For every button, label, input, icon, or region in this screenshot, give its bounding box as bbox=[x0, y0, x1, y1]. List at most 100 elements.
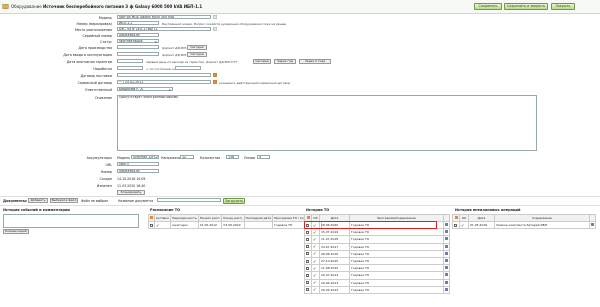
changed-label: Изменен bbox=[96, 184, 112, 188]
row-checkbox[interactable] bbox=[452, 220, 460, 230]
url-input[interactable]: http:// bbox=[117, 162, 159, 167]
number-label: Номер (маркировка) bbox=[76, 22, 112, 26]
service-note: указывать действующий сервисный договор bbox=[219, 81, 291, 85]
row-checkbox[interactable] bbox=[304, 256, 312, 266]
hours-note: ч. по состоянию на bbox=[146, 67, 177, 71]
docname-label: Название документа bbox=[118, 199, 154, 203]
table-row[interactable]: ✔ 24.07.2017 Годовое ТО bbox=[304, 242, 450, 251]
details-icon[interactable] bbox=[443, 285, 450, 294]
row-checkbox[interactable] bbox=[304, 242, 312, 251]
cell-program: Годовое ТО bbox=[349, 271, 444, 280]
service-select[interactable]: "" / 25.02.2011 bbox=[117, 80, 211, 85]
save-button[interactable]: Сохранить bbox=[474, 3, 502, 10]
acc-voltage-input[interactable]: 12 bbox=[180, 155, 194, 160]
cell-program: Годовое ТО bbox=[349, 235, 444, 244]
cell-date: 11.07.2018 bbox=[319, 235, 350, 244]
details-icon[interactable] bbox=[443, 228, 450, 237]
warranty-today-button[interactable]: Сегодня bbox=[253, 59, 271, 64]
table-row[interactable]: ✔ 20.07.2014 Годовое ТО bbox=[304, 271, 450, 280]
resp-chevron-icon: ▾ bbox=[169, 87, 171, 92]
details-icon[interactable] bbox=[443, 271, 450, 280]
input-today-button[interactable]: Сегодня bbox=[187, 52, 207, 57]
close-button[interactable]: Закрыть bbox=[551, 3, 575, 10]
add-row-icon[interactable] bbox=[452, 214, 460, 222]
supply-edit-icon[interactable] bbox=[213, 73, 217, 77]
acc-model-input[interactable]: Syncmar 12FL2V bbox=[131, 155, 159, 160]
location-edit-icon[interactable] bbox=[213, 27, 217, 31]
details-icon[interactable] bbox=[443, 256, 450, 266]
choose-file-button[interactable]: Выберите файл bbox=[50, 198, 78, 203]
table-row[interactable]: ✔ ежегодно 01.05.2012 03.06.2022 Годовое… bbox=[148, 220, 322, 230]
location-select[interactable]: ЦУС (ОПУ 2ЕП-1) ИБП-1 bbox=[117, 27, 211, 32]
status-label: Статус bbox=[100, 40, 112, 44]
col-last: Последняя дата bbox=[243, 214, 274, 222]
hours-date-input[interactable] bbox=[175, 66, 201, 71]
serial-input[interactable]: UIBMX98436 bbox=[117, 33, 159, 38]
cell-date: 01.05.2016 bbox=[468, 220, 495, 230]
cell-program: Годовое ТО bbox=[349, 278, 444, 287]
cell-end: 03.06.2022 bbox=[221, 220, 245, 230]
table-row[interactable]: ✔ 27.10.2015 Годовое ТО bbox=[304, 256, 450, 266]
col-actions bbox=[589, 214, 596, 222]
acc-lines-input[interactable]: 4 bbox=[257, 155, 270, 160]
details-icon[interactable] bbox=[443, 249, 450, 258]
table-row[interactable]: ✔ 15.07.2019 Годовое ТО bbox=[304, 228, 450, 237]
save-close-button[interactable]: Сохранить и закрыть bbox=[504, 3, 548, 10]
row-checkbox[interactable] bbox=[304, 264, 312, 273]
details-icon[interactable] bbox=[443, 264, 450, 273]
highlight-box bbox=[304, 221, 437, 229]
page-title: Оборудование Источник бесперебойного пит… bbox=[11, 4, 203, 9]
col-end: Конец расп. bbox=[221, 214, 245, 222]
col-date: Дата bbox=[468, 214, 495, 222]
warranty-2year-button[interactable]: Через 2 года bbox=[299, 59, 331, 64]
row-checkbox[interactable] bbox=[304, 278, 312, 287]
acc-lines-label: Линии bbox=[244, 156, 256, 160]
hours-input[interactable] bbox=[117, 66, 143, 71]
number-note: Внутренний номер. Вопрос хозяйств нумера… bbox=[162, 22, 287, 26]
model-select[interactable]: UBP-58 MGE Galaxy 6000 500 kVA bbox=[117, 15, 211, 20]
status-select[interactable]: эксплуатация bbox=[117, 39, 159, 44]
upload-button[interactable]: Загрузить bbox=[223, 197, 245, 204]
row-checkbox[interactable] bbox=[304, 235, 312, 244]
clone-button[interactable]: Клонировать bbox=[117, 190, 145, 195]
table-row[interactable]: ✔ 29.04.2013 Годовое ТО bbox=[304, 278, 450, 287]
docname-input[interactable] bbox=[157, 198, 221, 203]
details-icon[interactable] bbox=[443, 242, 450, 251]
resp-select[interactable]: Бердинов Р. А. bbox=[117, 87, 173, 92]
row-checkbox[interactable] bbox=[304, 249, 312, 258]
desc-textarea[interactable]: Присутствует электронный байпас bbox=[117, 95, 537, 151]
details-icon[interactable] bbox=[589, 220, 596, 230]
equipment-icon bbox=[2, 4, 9, 9]
table-row[interactable]: ✔ 11.08.2015 Годовое ТО bbox=[304, 264, 450, 273]
cell-date: 11.08.2015 bbox=[319, 264, 350, 273]
table-row[interactable]: ✔ 20.02.2013 Годовое ТО bbox=[304, 285, 450, 294]
no-file-text: Файл не выбран bbox=[81, 199, 109, 203]
row-checkbox[interactable] bbox=[304, 228, 312, 237]
made-date-input[interactable] bbox=[117, 45, 159, 50]
row-checkbox[interactable] bbox=[304, 285, 312, 294]
edit-icon[interactable] bbox=[213, 15, 217, 19]
number-input[interactable]: ИБП-1.1 bbox=[117, 21, 159, 26]
col-content: Содержание bbox=[494, 214, 590, 222]
table-row[interactable]: ✔ 26.06.2016 Годовое ТО bbox=[304, 249, 450, 258]
made-today-button[interactable]: Сегодня bbox=[187, 45, 207, 50]
service-edit-icon[interactable] bbox=[213, 80, 217, 84]
supply-select[interactable] bbox=[117, 73, 211, 78]
acc-count-input[interactable]: 136 bbox=[226, 155, 239, 160]
warranty-year-button[interactable]: Через год bbox=[274, 59, 296, 64]
row-checkbox[interactable] bbox=[304, 271, 312, 280]
comment-button[interactable]: Комментарий bbox=[3, 229, 29, 234]
table-row[interactable]: ✔ 01.05.2016 Замена комплекта батарей ИБ… bbox=[452, 220, 596, 230]
number2-input[interactable]: UIBMX98436 bbox=[117, 169, 159, 174]
warranty-date-input[interactable] bbox=[117, 59, 143, 64]
input-date-input[interactable] bbox=[117, 52, 159, 57]
details-icon[interactable] bbox=[443, 235, 450, 244]
cell-date: 20.07.2014 bbox=[319, 271, 350, 280]
add-doc-button[interactable]: Добавить bbox=[28, 198, 48, 203]
details-icon[interactable] bbox=[443, 220, 450, 230]
table-row[interactable]: ✔ 11.07.2018 Годовое ТО bbox=[304, 235, 450, 244]
ok-icon: ✔ bbox=[311, 249, 320, 258]
comment-textarea[interactable] bbox=[3, 214, 139, 228]
details-icon[interactable] bbox=[443, 278, 450, 287]
cell-date: 29.04.2013 bbox=[319, 278, 350, 287]
